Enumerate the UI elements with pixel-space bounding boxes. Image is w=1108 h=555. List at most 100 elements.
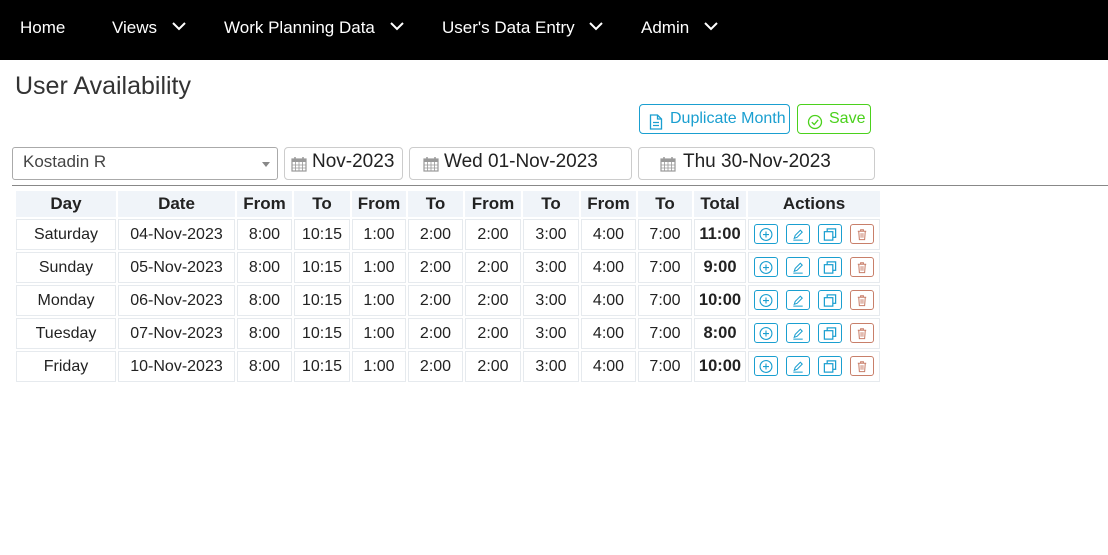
nav-item-views[interactable]: Views (112, 0, 186, 60)
cell-from-3: 2:00 (465, 219, 521, 250)
cell-from-1: 8:00 (237, 285, 292, 316)
cell-to-3: 3:00 (523, 351, 579, 382)
cell-from-4: 4:00 (581, 252, 636, 283)
table-row: Monday 06-Nov-2023 8:00 10:15 1:00 2:00 2:00 3:… (16, 285, 880, 316)
table-row: Tuesday 07-Nov-2023 8:00 10:15 1:00 2:00 2:00 3… (16, 318, 880, 349)
nav-item-work-planning-data[interactable]: Work Planning Data (224, 0, 404, 60)
cell-day: Saturday (16, 219, 116, 250)
delete-row-button[interactable] (850, 223, 874, 244)
nav-item-label: Work Planning Data (224, 18, 375, 37)
copy-row-button[interactable] (818, 256, 842, 277)
nav-item-admin[interactable]: Admin (641, 0, 718, 60)
column-header-to-3: To (523, 191, 579, 217)
table-row: Saturday 04-Nov-2023 8:00 10:15 1:00 2:00 2:00… (16, 219, 880, 250)
column-header-from-3: From (465, 191, 521, 217)
chevron-down-icon (389, 0, 404, 53)
divider (12, 185, 1108, 186)
copy-icon (819, 227, 841, 242)
copy-row-button[interactable] (818, 355, 842, 376)
cell-to-3: 3:00 (523, 285, 579, 316)
delete-row-button[interactable] (850, 289, 874, 310)
cell-total: 9:00 (694, 252, 746, 283)
copy-icon (819, 359, 841, 374)
add-row-button[interactable] (754, 256, 778, 277)
nav-item-label: Admin (641, 18, 690, 37)
edit-row-button[interactable] (786, 289, 810, 310)
duplicate-month-label: Duplicate Month (670, 110, 786, 127)
month-picker[interactable]: Nov-2023 (284, 147, 403, 180)
edit-pencil-icon (787, 227, 809, 242)
add-row-button[interactable] (754, 322, 778, 343)
cell-total: 11:00 (694, 219, 746, 250)
cell-date: 05-Nov-2023 (118, 252, 235, 283)
chevron-down-icon (589, 0, 604, 53)
cell-from-3: 2:00 (465, 252, 521, 283)
delete-row-button[interactable] (850, 256, 874, 277)
copy-row-button[interactable] (818, 289, 842, 310)
column-header-to-2: To (408, 191, 463, 217)
column-header-to-1: To (294, 191, 350, 217)
delete-row-button[interactable] (850, 322, 874, 343)
cell-actions (748, 219, 880, 250)
cell-from-2: 1:00 (352, 285, 406, 316)
cell-to-4: 7:00 (638, 219, 692, 250)
add-circle-icon (755, 359, 777, 374)
start-date-picker[interactable]: Wed 01-Nov-2023 (409, 147, 632, 180)
edit-row-button[interactable] (786, 355, 810, 376)
cell-from-3: 2:00 (465, 351, 521, 382)
edit-pencil-icon (787, 359, 809, 374)
column-header-actions: Actions (748, 191, 880, 217)
user-select[interactable]: Kostadin R (12, 147, 278, 180)
cell-to-4: 7:00 (638, 285, 692, 316)
end-date-picker[interactable]: Thu 30-Nov-2023 (638, 147, 875, 180)
copy-row-button[interactable] (818, 322, 842, 343)
cell-to-4: 7:00 (638, 318, 692, 349)
trash-icon (851, 260, 873, 275)
trash-icon (851, 326, 873, 341)
availability-table: Day Date From To From To From To From To Total Acti… (14, 189, 882, 384)
copy-row-button[interactable] (818, 223, 842, 244)
save-label: Save (829, 110, 866, 127)
month-value: Nov-2023 (312, 151, 395, 172)
cell-from-4: 4:00 (581, 351, 636, 382)
column-header-day: Day (16, 191, 116, 217)
cell-to-1: 10:15 (294, 351, 350, 382)
document-icon (649, 112, 663, 140)
start-date-value: Wed 01-Nov-2023 (444, 151, 598, 172)
cell-date: 04-Nov-2023 (118, 219, 235, 250)
add-row-button[interactable] (754, 355, 778, 376)
cell-date: 06-Nov-2023 (118, 285, 235, 316)
nav-item-users-data-entry[interactable]: User's Data Entry (442, 0, 604, 60)
trash-icon (851, 359, 873, 374)
nav-item-label: Views (112, 18, 158, 37)
copy-icon (819, 326, 841, 341)
edit-row-button[interactable] (786, 322, 810, 343)
cell-to-2: 2:00 (408, 285, 463, 316)
cell-day: Tuesday (16, 318, 116, 349)
add-row-button[interactable] (754, 223, 778, 244)
cell-to-4: 7:00 (638, 252, 692, 283)
cell-total: 10:00 (694, 285, 746, 316)
cell-to-1: 10:15 (294, 252, 350, 283)
edit-row-button[interactable] (786, 223, 810, 244)
add-row-button[interactable] (754, 289, 778, 310)
cell-from-2: 1:00 (352, 351, 406, 382)
cell-actions (748, 285, 880, 316)
cell-to-1: 10:15 (294, 219, 350, 250)
cell-total: 8:00 (694, 318, 746, 349)
add-circle-icon (755, 227, 777, 242)
column-header-from-1: From (237, 191, 292, 217)
nav-item-home[interactable]: Home (20, 0, 65, 60)
nav-item-label: User's Data Entry (442, 18, 575, 37)
save-button[interactable]: Save (797, 104, 871, 134)
edit-row-button[interactable] (786, 256, 810, 277)
duplicate-month-button[interactable]: Duplicate Month (639, 104, 790, 134)
delete-row-button[interactable] (850, 355, 874, 376)
column-header-to-4: To (638, 191, 692, 217)
add-circle-icon (755, 260, 777, 275)
table-header-row: Day Date From To From To From To From To Total Acti… (16, 191, 880, 217)
calendar-icon (291, 156, 307, 177)
cell-from-4: 4:00 (581, 318, 636, 349)
cell-from-3: 2:00 (465, 318, 521, 349)
cell-actions (748, 318, 880, 349)
